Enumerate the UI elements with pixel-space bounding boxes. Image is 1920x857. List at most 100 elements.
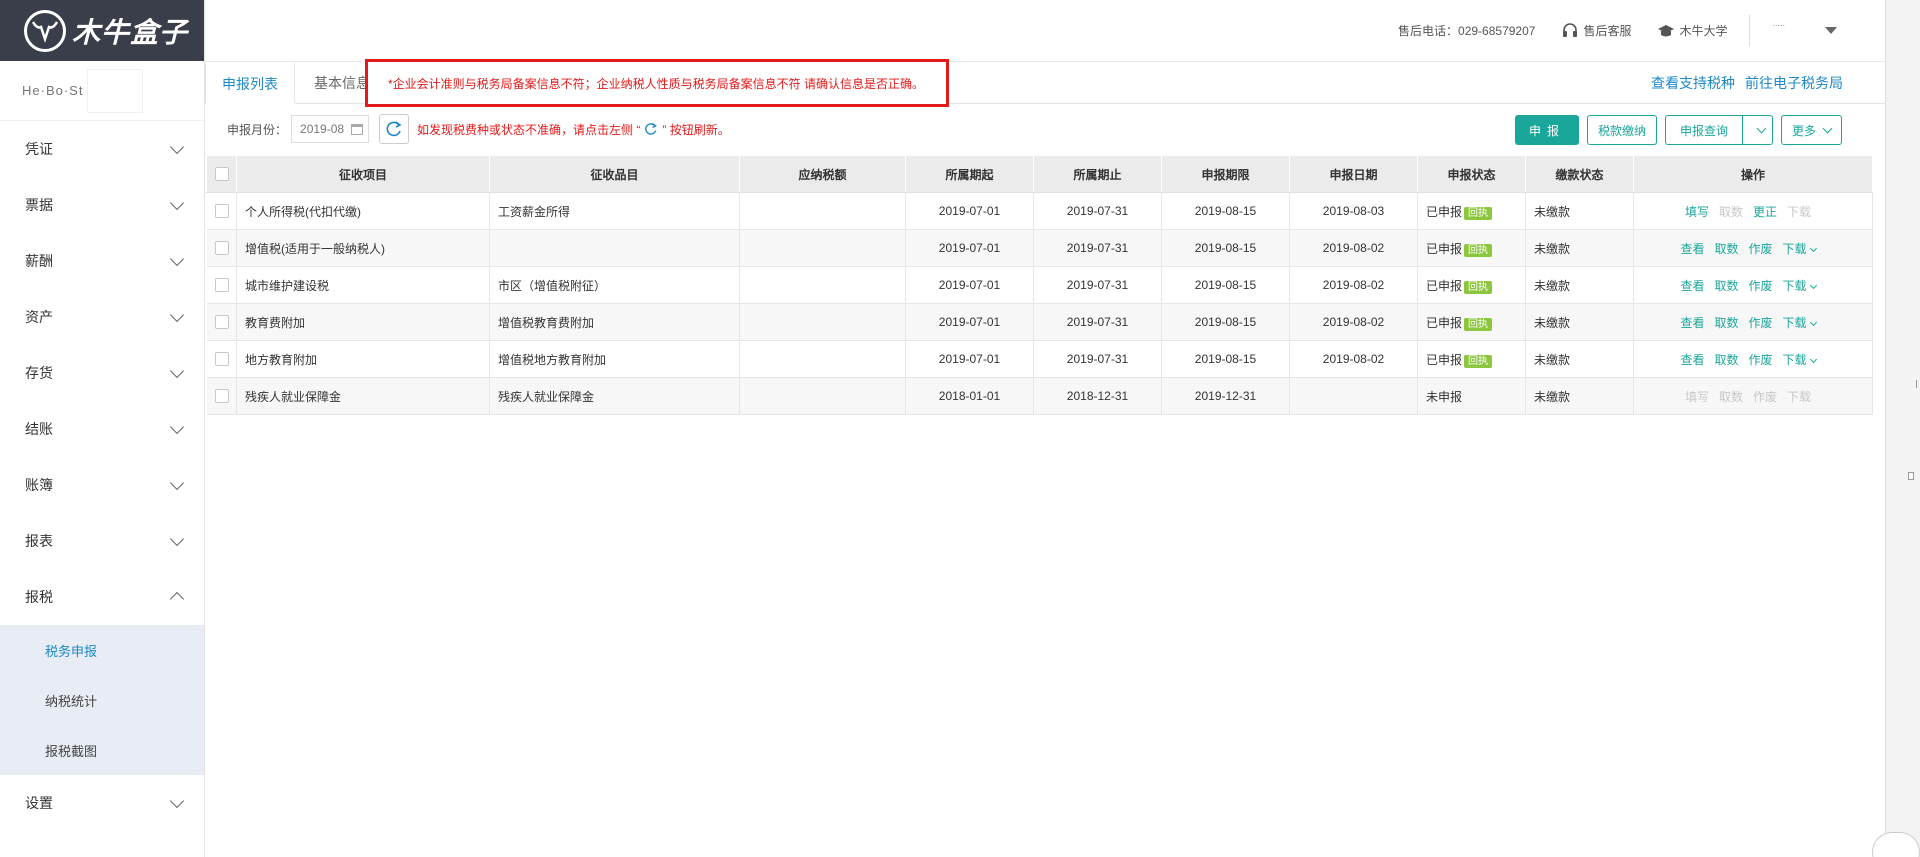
column-header: 所属期起 (905, 155, 1034, 193)
action-link[interactable]: 查看 (1680, 279, 1704, 293)
status-text: 未申报 (1426, 389, 1463, 404)
scrollbar-grip (1916, 380, 1920, 388)
month-picker[interactable]: 2019-08 (291, 115, 370, 143)
action-link[interactable]: 取数 (1714, 242, 1738, 256)
more-label: 更多 (1791, 123, 1816, 138)
cell-status: 已申报 回执 (1417, 303, 1526, 341)
query-dropdown-button[interactable] (1742, 115, 1773, 145)
cell-sub: 增值税教育费附加 (489, 303, 740, 341)
table-row[interactable]: 城市维护建设税 市区（增值税附征） 2019-07-01 2019-07-31 2019… (206, 266, 1873, 304)
action-link[interactable]: 下载 (1783, 316, 1817, 330)
action-link[interactable]: 查看 (1680, 242, 1704, 256)
table-row[interactable]: 残疾人就业保障金 残疾人就业保障金 2018-01-01 2018-12-31 2019… (206, 377, 1873, 415)
customer-service-link[interactable]: 售后客服 (1561, 22, 1631, 40)
university-link[interactable]: 木牛大学 (1657, 22, 1727, 40)
status-text: 已申报 (1426, 278, 1463, 293)
action-link[interactable]: 下载 (1782, 278, 1817, 293)
refresh-button[interactable] (379, 114, 410, 144)
sidebar-item-label: 报表 (25, 533, 53, 549)
action-label: 下载 (1782, 278, 1807, 293)
row-checkbox[interactable] (214, 315, 229, 330)
sidebar-item-0[interactable]: 凭证 (0, 121, 204, 177)
cell-date (1289, 377, 1418, 415)
sidebar-item-4[interactable]: 存货 (0, 345, 204, 401)
declare-button[interactable]: 申报 (1514, 115, 1579, 145)
receipt-badge[interactable]: 回执 (1464, 354, 1493, 368)
sidebar-item-label: 结账 (25, 421, 53, 437)
action-link: 作废 (1753, 390, 1777, 404)
receipt-badge[interactable]: 回执 (1464, 317, 1493, 331)
action-link[interactable]: 下载 (1783, 353, 1817, 367)
select-all-checkbox[interactable] (214, 167, 229, 182)
user-menu[interactable]: ..... (1772, 18, 1837, 34)
go-to-e-tax-bureau-link[interactable]: 前往电子税务局 (1745, 73, 1843, 93)
row-checkbox[interactable] (214, 352, 229, 367)
cell-start: 2019-07-01 (905, 303, 1034, 341)
receipt-badge[interactable]: 回执 (1464, 280, 1493, 294)
sidebar-item-8[interactable]: 报税 (0, 569, 204, 625)
action-label: 查看 (1680, 241, 1705, 256)
vertical-scrollbar[interactable] (1885, 0, 1920, 857)
tax-payment-button[interactable]: 税款缴纳 (1586, 115, 1657, 145)
receipt-badge[interactable]: 回执 (1464, 243, 1493, 257)
chat-assistant-icon[interactable] (1872, 832, 1920, 857)
action-link[interactable]: 作废 (1749, 242, 1773, 256)
sidebar-item-settings[interactable]: 设置 (0, 775, 204, 831)
sidebar-subitem-2[interactable]: 报税截图 (0, 725, 204, 775)
sidebar-item-5[interactable]: 结账 (0, 401, 204, 457)
sidebar-item-6[interactable]: 账簿 (0, 457, 204, 513)
cell-deadline: 2019-08-15 (1161, 340, 1290, 378)
table-row[interactable]: 个人所得税(代扣代缴) 工资薪金所得 2019-07-01 2019-07-31 201… (206, 192, 1873, 230)
more-button[interactable]: 更多 (1780, 115, 1842, 145)
action-link[interactable]: 查看 (1680, 353, 1704, 367)
cell-pay: 未缴款 (1525, 229, 1634, 267)
company-avatar (87, 68, 144, 113)
action-link[interactable]: 取数 (1714, 353, 1738, 367)
action-link[interactable]: 取数 (1714, 279, 1738, 293)
sidebar-item-3[interactable]: 资产 (0, 289, 204, 345)
action-link[interactable]: 下载 (1783, 242, 1817, 256)
row-checkbox[interactable] (214, 241, 229, 256)
table-row[interactable]: 增值税(适用于一般纳税人) 2019-07-01 2019-07-31 2019-08… (206, 229, 1873, 267)
company-switcher[interactable]: He·Bo·St (0, 61, 204, 121)
sidebar-item-label: 报税 (25, 589, 53, 605)
cell-end: 2019-07-31 (1033, 340, 1162, 378)
receipt-badge[interactable]: 回执 (1464, 206, 1493, 220)
action-link[interactable]: 取数 (1714, 316, 1738, 330)
cell-actions: 填写 取数 作废 下载 (1633, 377, 1873, 415)
logo[interactable]: 木牛盒子 (0, 0, 204, 61)
chevron-down-icon (1809, 355, 1817, 363)
row-checkbox[interactable] (214, 204, 229, 219)
action-link[interactable]: 作废 (1749, 279, 1773, 293)
chevron-down-icon (169, 139, 185, 154)
month-value: 2019-08 (300, 122, 345, 136)
view-supported-taxes-link[interactable]: 查看支持税种 (1651, 73, 1735, 93)
cell-pay: 未缴款 (1525, 266, 1634, 304)
action-link[interactable]: 作废 (1749, 316, 1773, 330)
sidebar-subnav: 税务申报 纳税统计 报税截图 (0, 625, 204, 775)
action-link[interactable]: 填写 (1685, 205, 1709, 219)
cell-deadline: 2019-08-15 (1161, 192, 1290, 230)
chevron-down-icon (1809, 318, 1817, 326)
chevron-down-icon (1809, 281, 1817, 289)
sidebar-subitem-0[interactable]: 税务申报 (0, 625, 204, 675)
row-checkbox[interactable] (214, 278, 229, 293)
row-select-cell (206, 340, 237, 378)
sidebar-item-2[interactable]: 薪酬 (0, 233, 204, 289)
action-link[interactable]: 查看 (1680, 316, 1704, 330)
row-checkbox[interactable] (214, 389, 229, 404)
declare-query-button[interactable]: 申报查询 (1664, 115, 1743, 145)
sidebar-item-7[interactable]: 报表 (0, 513, 204, 569)
action-link[interactable]: 作废 (1749, 353, 1773, 367)
chevron-down-icon (169, 475, 185, 490)
action-link: 下载 (1787, 390, 1811, 404)
column-header: 应纳税额 (739, 155, 906, 193)
sidebar-item-1[interactable]: 票据 (0, 177, 204, 233)
table-row[interactable]: 地方教育附加 增值税地方教育附加 2019-07-01 2019-07-31 2019-… (206, 340, 1873, 378)
scrollbar-handle[interactable] (1908, 472, 1914, 480)
sidebar-subitem-1[interactable]: 纳税统计 (0, 675, 204, 725)
tab-declare-list[interactable]: 申报列表 (205, 62, 295, 104)
action-link[interactable]: 更正 (1753, 205, 1777, 219)
table-row[interactable]: 教育费附加 增值税教育费附加 2019-07-01 2019-07-31 2019-08… (206, 303, 1873, 341)
cell-start: 2019-07-01 (905, 340, 1034, 378)
